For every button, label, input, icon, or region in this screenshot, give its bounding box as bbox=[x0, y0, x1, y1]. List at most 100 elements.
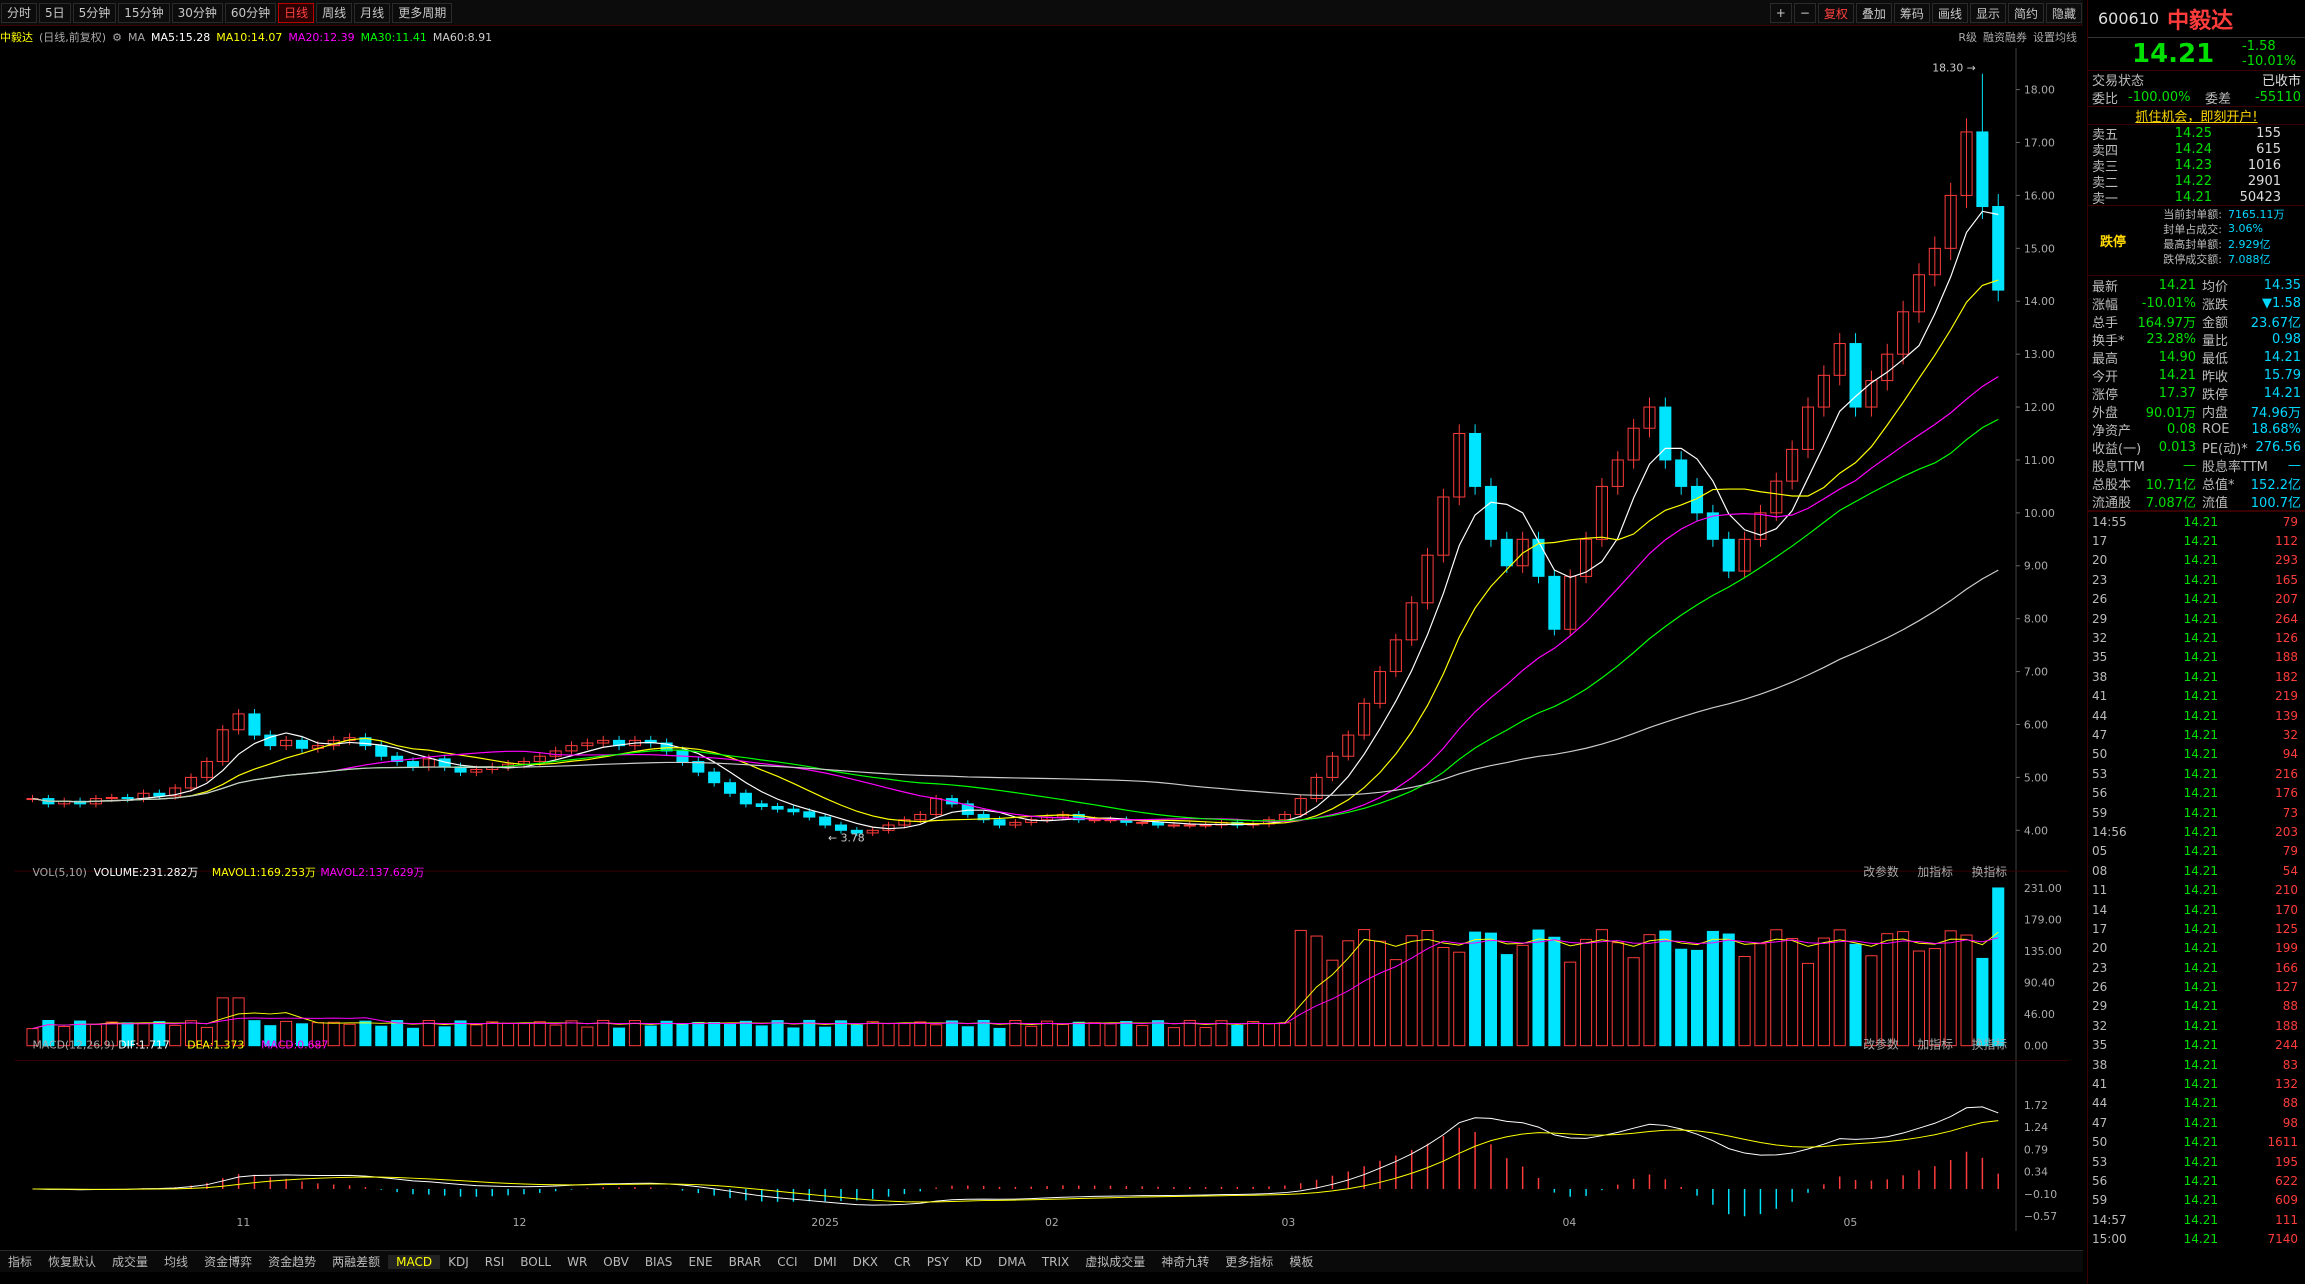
kline-chart[interactable]: 18.00 17.00 16.00 15.00 14.00 13.00 12.00 11.00… bbox=[0, 48, 2083, 1233]
tick-vol: 188 bbox=[2275, 650, 2298, 665]
tool-btn-5[interactable]: 画线 bbox=[1931, 3, 1968, 23]
stat-val: 10.71亿 bbox=[2145, 477, 2196, 493]
tick-vol: 32 bbox=[2282, 727, 2298, 742]
volume-bar bbox=[1595, 929, 1608, 1047]
indicator-tab-17[interactable]: DMI bbox=[806, 1255, 845, 1269]
volume-bar bbox=[597, 1019, 610, 1047]
volume-bar bbox=[1738, 955, 1751, 1047]
period-tab-5[interactable]: 60分钟 bbox=[224, 2, 277, 23]
volume-bar bbox=[1247, 1021, 1260, 1047]
indicator-bar: 指标 恢复默认 成交量 均线 资金博弈 资金趋势 两融差额 MACD KDJ RSI BOLL WR O… bbox=[0, 1250, 2083, 1272]
stat-row: 涨幅 -10.01% 涨跌 ▼1.58 bbox=[2088, 294, 2305, 313]
vol-btn-0[interactable]: 改参数 bbox=[1863, 865, 1899, 879]
set-ma-button[interactable]: 设置均线 bbox=[2033, 29, 2077, 45]
tick-time: 38 bbox=[2092, 1057, 2108, 1072]
stat-row: 最高 14.90 最低 14.21 bbox=[2088, 348, 2305, 367]
indicator-tab-11[interactable]: WR bbox=[559, 1255, 595, 1269]
tick-vol: 216 bbox=[2275, 766, 2298, 781]
period-tab-7[interactable]: 周线 bbox=[316, 2, 353, 23]
tool-btn-3[interactable]: 叠加 bbox=[1855, 3, 1892, 23]
indicator-tab-10[interactable]: BOLL bbox=[512, 1255, 559, 1269]
period-tab-8[interactable]: 月线 bbox=[354, 2, 391, 23]
tool-btn-8[interactable]: 隐藏 bbox=[2045, 3, 2082, 23]
indicator-tab-21[interactable]: KD bbox=[957, 1255, 990, 1269]
tick-price: 14.21 bbox=[2183, 1232, 2218, 1247]
indicator-tab-3[interactable]: 均线 bbox=[156, 1253, 196, 1270]
ma30-line bbox=[32, 418, 1999, 822]
macd-btn-1[interactable]: 加指标 bbox=[1917, 1038, 1953, 1052]
indicator-tab-18[interactable]: DKX bbox=[845, 1255, 886, 1269]
vol-btn-1[interactable]: 加指标 bbox=[1917, 865, 1953, 879]
tick-list[interactable]: 14:55 14.21 79 17 14.21 112 20 14.21 293 23 14.21 1… bbox=[2088, 510, 2305, 1249]
indicator-tab-23[interactable]: TRIX bbox=[1034, 1255, 1077, 1269]
indicator-tab-22[interactable]: DMA bbox=[990, 1255, 1034, 1269]
tool-btn-7[interactable]: 简约 bbox=[2007, 3, 2044, 23]
volume-bar bbox=[533, 1021, 546, 1047]
indicator-tab-2[interactable]: 成交量 bbox=[104, 1253, 156, 1270]
indicator-tab-7[interactable]: MACD bbox=[388, 1254, 441, 1269]
tick-time: 41 bbox=[2092, 1077, 2108, 1092]
indicator-tab-4[interactable]: 资金博弈 bbox=[196, 1253, 260, 1270]
indicator-tab-1[interactable]: 恢复默认 bbox=[40, 1253, 104, 1270]
indicator-tab-26[interactable]: 更多指标 bbox=[1217, 1253, 1281, 1270]
volume-bar bbox=[169, 1024, 182, 1047]
vol-tick: 46.00 bbox=[2024, 1008, 2055, 1021]
tick-vol: 219 bbox=[2275, 689, 2298, 704]
stat-row: 外盘 90.01万 内盘 74.96万 bbox=[2088, 402, 2305, 421]
vol-btn-2[interactable]: 换指标 bbox=[1972, 865, 2008, 879]
tool-btn-0[interactable]: + bbox=[1769, 3, 1792, 23]
tick-vol: 88 bbox=[2282, 999, 2298, 1014]
tick-vol: 182 bbox=[2275, 669, 2298, 684]
volume-bar bbox=[1897, 931, 1910, 1047]
indicator-tab-27[interactable]: 模板 bbox=[1281, 1253, 1321, 1270]
period-tab-2[interactable]: 5分钟 bbox=[72, 2, 117, 23]
stat-val: 7.087亿 bbox=[2145, 495, 2196, 511]
indicator-tab-13[interactable]: BIAS bbox=[637, 1255, 681, 1269]
indicator-tab-14[interactable]: ENE bbox=[680, 1255, 720, 1269]
dea-value: DEA:1.373 bbox=[187, 1039, 244, 1052]
indicator-tab-6[interactable]: 两融差额 bbox=[324, 1253, 388, 1270]
candle-body bbox=[787, 808, 800, 813]
tick-row: 29 14.21 264 bbox=[2088, 609, 2305, 628]
stat-key: 股息率TTM bbox=[2202, 459, 2268, 475]
volume-bar bbox=[628, 1020, 641, 1047]
tick-row: 56 14.21 622 bbox=[2088, 1171, 2305, 1190]
tool-btn-1[interactable]: − bbox=[1793, 3, 1816, 23]
period-tab-9[interactable]: 更多周期 bbox=[392, 2, 453, 23]
volume-bar bbox=[438, 1026, 451, 1047]
period-tab-4[interactable]: 30分钟 bbox=[171, 2, 223, 23]
stat-val: 0.08 bbox=[2167, 421, 2196, 437]
price-tick: 13.00 bbox=[2024, 348, 2055, 361]
macd-btn-0[interactable]: 改参数 bbox=[1863, 1038, 1899, 1052]
period-tab-1[interactable]: 5日 bbox=[39, 2, 71, 23]
status-value: 已收市 bbox=[2261, 74, 2301, 89]
indicator-tab-8[interactable]: KDJ bbox=[440, 1255, 477, 1269]
indicator-tab-19[interactable]: CR bbox=[886, 1255, 919, 1269]
period-tab-3[interactable]: 15分钟 bbox=[118, 2, 170, 23]
period-tab-0[interactable]: 分时 bbox=[1, 2, 38, 23]
indicator-tab-0[interactable]: 指标 bbox=[0, 1253, 40, 1270]
indicator-tab-5[interactable]: 资金趋势 bbox=[260, 1253, 324, 1270]
r-level[interactable]: R级 bbox=[1958, 29, 1977, 45]
tick-time: 20 bbox=[2092, 941, 2108, 956]
indicator-tab-25[interactable]: 神奇九转 bbox=[1153, 1253, 1217, 1270]
macd-btn-2[interactable]: 换指标 bbox=[1972, 1038, 2008, 1052]
settings-icon[interactable]: ⚙ bbox=[112, 31, 122, 44]
indicator-tab-9[interactable]: RSI bbox=[477, 1255, 513, 1269]
indicator-tab-12[interactable]: OBV bbox=[595, 1255, 637, 1269]
tick-price: 14.21 bbox=[2183, 1154, 2218, 1169]
tick-price: 14.21 bbox=[2183, 727, 2218, 742]
candle-body bbox=[1500, 538, 1513, 567]
tool-btn-6[interactable]: 显示 bbox=[1969, 3, 2006, 23]
indicator-tab-24[interactable]: 虚拟成交量 bbox=[1077, 1253, 1153, 1270]
tool-btn-4[interactable]: 筹码 bbox=[1893, 3, 1930, 23]
indicator-tab-16[interactable]: CCI bbox=[769, 1255, 805, 1269]
open-account-link[interactable]: 抓住机会，即刻开户! bbox=[2135, 106, 2257, 125]
volume-bar bbox=[1405, 935, 1418, 1047]
tool-btn-2[interactable]: 复权 bbox=[1817, 3, 1854, 23]
period-tab-6[interactable]: 日线 bbox=[278, 2, 315, 23]
margin-trade[interactable]: 融资融券 bbox=[1983, 29, 2027, 45]
indicator-tab-20[interactable]: PSY bbox=[919, 1255, 957, 1269]
candle-body bbox=[1548, 575, 1561, 630]
indicator-tab-15[interactable]: BRAR bbox=[721, 1255, 770, 1269]
